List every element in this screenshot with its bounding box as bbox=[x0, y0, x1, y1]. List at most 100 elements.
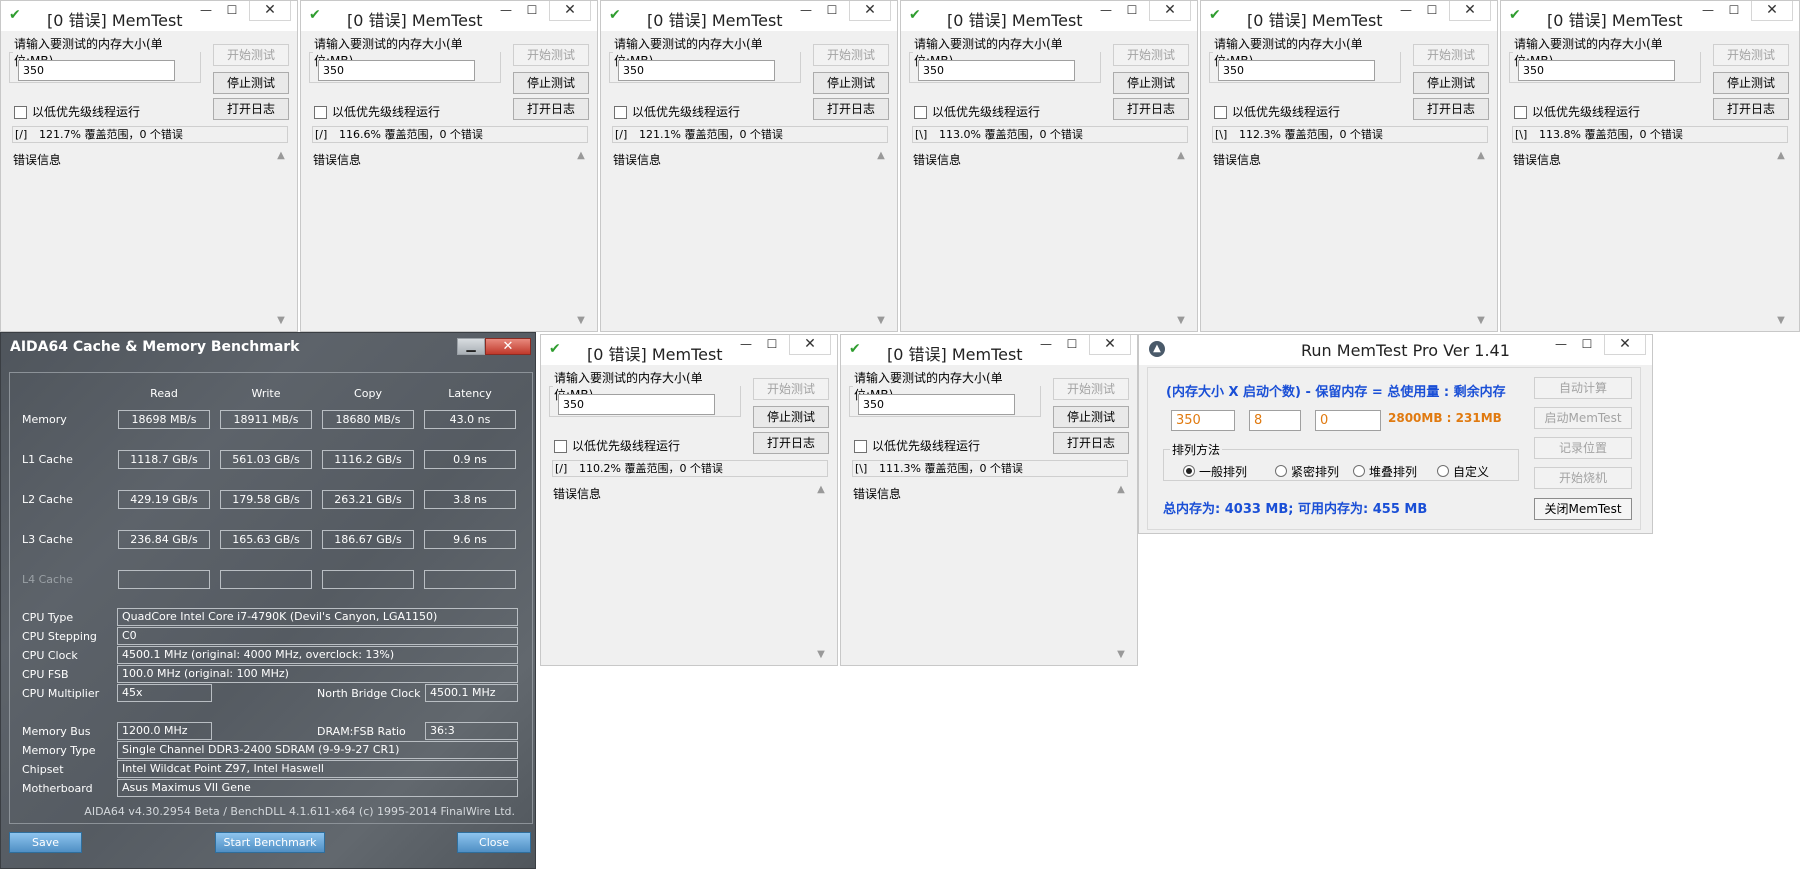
stop-test-button[interactable]: 停止测试 bbox=[1053, 406, 1129, 428]
open-log-button[interactable]: 打开日志 bbox=[513, 98, 589, 120]
stop-test-button[interactable]: 停止测试 bbox=[213, 72, 289, 94]
start-burn-in-button[interactable]: 开始烧机 bbox=[1534, 467, 1632, 489]
scroll-down-icon[interactable]: ▼ bbox=[873, 315, 889, 326]
minimize-button[interactable]: — bbox=[1033, 335, 1059, 355]
stop-test-button[interactable]: 停止测试 bbox=[1713, 72, 1789, 94]
minimize-button[interactable]: — bbox=[733, 335, 759, 355]
open-log-button[interactable]: 打开日志 bbox=[1413, 98, 1489, 120]
open-log-button[interactable]: 打开日志 bbox=[753, 432, 829, 454]
close-button[interactable]: ✕ bbox=[1751, 1, 1793, 21]
low-priority-checkbox[interactable] bbox=[14, 106, 27, 119]
maximize-button[interactable]: ☐ bbox=[1419, 1, 1445, 21]
radio-normal[interactable]: 一般排列 bbox=[1183, 463, 1247, 480]
close-aida-button[interactable]: Close bbox=[457, 832, 531, 853]
scroll-up-icon[interactable]: ▲ bbox=[1173, 150, 1189, 161]
start-test-button[interactable]: 开始测试 bbox=[1113, 44, 1189, 66]
minimize-button[interactable]: — bbox=[793, 1, 819, 21]
radio-stack[interactable]: 堆叠排列 bbox=[1353, 463, 1417, 480]
scroll-down-icon[interactable]: ▼ bbox=[273, 315, 289, 326]
scroll-down-icon[interactable]: ▼ bbox=[813, 649, 829, 660]
scroll-down-icon[interactable]: ▼ bbox=[1473, 315, 1489, 326]
start-test-button[interactable]: 开始测试 bbox=[513, 44, 589, 66]
close-button[interactable]: ✕ bbox=[789, 335, 831, 355]
minimize-button[interactable]: — bbox=[1695, 1, 1721, 21]
memory-size-input[interactable]: 350 bbox=[918, 60, 1075, 81]
record-position-button[interactable]: 记录位置 bbox=[1534, 437, 1632, 459]
maximize-button[interactable]: ☐ bbox=[1119, 1, 1145, 21]
maximize-button[interactable]: ☐ bbox=[759, 335, 785, 355]
minimize-button[interactable]: ▁ bbox=[457, 338, 485, 355]
scroll-up-icon[interactable]: ▲ bbox=[1773, 150, 1789, 161]
close-button[interactable]: ✕ bbox=[549, 1, 591, 21]
stop-test-button[interactable]: 停止测试 bbox=[1113, 72, 1189, 94]
auto-calc-button[interactable]: 自动计算 bbox=[1534, 377, 1632, 399]
maximize-button[interactable]: ☐ bbox=[1574, 335, 1600, 355]
memory-size-input[interactable]: 350 bbox=[558, 394, 715, 415]
scroll-up-icon[interactable]: ▲ bbox=[873, 150, 889, 161]
minimize-button[interactable]: — bbox=[1548, 335, 1574, 355]
stop-test-button[interactable]: 停止测试 bbox=[753, 406, 829, 428]
close-button[interactable]: ✕ bbox=[1604, 335, 1646, 355]
open-log-button[interactable]: 打开日志 bbox=[813, 98, 889, 120]
memory-size-input[interactable]: 350 bbox=[618, 60, 775, 81]
open-log-button[interactable]: 打开日志 bbox=[213, 98, 289, 120]
low-priority-checkbox[interactable] bbox=[914, 106, 927, 119]
scroll-up-icon[interactable]: ▲ bbox=[1473, 150, 1489, 161]
close-memtest-button[interactable]: 关闭MemTest bbox=[1534, 498, 1632, 520]
close-button[interactable]: ✕ bbox=[1149, 1, 1191, 21]
start-test-button[interactable]: 开始测试 bbox=[213, 44, 289, 66]
start-test-button[interactable]: 开始测试 bbox=[753, 378, 829, 400]
instance-count-input[interactable]: 8 bbox=[1249, 410, 1301, 431]
low-priority-checkbox[interactable] bbox=[614, 106, 627, 119]
close-button[interactable]: ✕ bbox=[1449, 1, 1491, 21]
maximize-button[interactable]: ☐ bbox=[1721, 1, 1747, 21]
save-button[interactable]: Save bbox=[9, 832, 82, 853]
start-test-button[interactable]: 开始测试 bbox=[1413, 44, 1489, 66]
open-log-button[interactable]: 打开日志 bbox=[1713, 98, 1789, 120]
memory-size-input[interactable]: 350 bbox=[318, 60, 475, 81]
low-priority-checkbox[interactable] bbox=[854, 440, 867, 453]
memory-size-input[interactable]: 350 bbox=[1171, 410, 1235, 431]
maximize-button[interactable]: ☐ bbox=[519, 1, 545, 21]
scroll-up-icon[interactable]: ▲ bbox=[1113, 484, 1129, 495]
scroll-down-icon[interactable]: ▼ bbox=[1173, 315, 1189, 326]
radio-compact[interactable]: 紧密排列 bbox=[1275, 463, 1339, 480]
stop-test-button[interactable]: 停止测试 bbox=[813, 72, 889, 94]
scroll-up-icon[interactable]: ▲ bbox=[573, 150, 589, 161]
minimize-button[interactable]: — bbox=[493, 1, 519, 21]
maximize-button[interactable]: ☐ bbox=[819, 1, 845, 21]
reserved-memory-input[interactable]: 0 bbox=[1315, 410, 1381, 431]
memory-size-input[interactable]: 350 bbox=[1518, 60, 1675, 81]
close-button[interactable]: ✕ bbox=[485, 338, 531, 355]
scroll-down-icon[interactable]: ▼ bbox=[1773, 315, 1789, 326]
close-button[interactable]: ✕ bbox=[849, 1, 891, 21]
low-priority-checkbox[interactable] bbox=[1214, 106, 1227, 119]
scroll-up-icon[interactable]: ▲ bbox=[273, 150, 289, 161]
stop-test-button[interactable]: 停止测试 bbox=[513, 72, 589, 94]
open-log-button[interactable]: 打开日志 bbox=[1113, 98, 1189, 120]
radio-custom[interactable]: 自定义 bbox=[1437, 463, 1489, 480]
start-test-button[interactable]: 开始测试 bbox=[1713, 44, 1789, 66]
memory-size-input[interactable]: 350 bbox=[1218, 60, 1375, 81]
minimize-button[interactable]: — bbox=[193, 1, 219, 21]
maximize-button[interactable]: ☐ bbox=[219, 1, 245, 21]
maximize-button[interactable]: ☐ bbox=[1059, 335, 1085, 355]
open-log-button[interactable]: 打开日志 bbox=[1053, 432, 1129, 454]
memory-size-input[interactable]: 350 bbox=[18, 60, 175, 81]
scroll-down-icon[interactable]: ▼ bbox=[1113, 649, 1129, 660]
close-button[interactable]: ✕ bbox=[249, 1, 291, 21]
memory-size-input[interactable]: 350 bbox=[858, 394, 1015, 415]
start-test-button[interactable]: 开始测试 bbox=[1053, 378, 1129, 400]
minimize-button[interactable]: — bbox=[1393, 1, 1419, 21]
scroll-up-icon[interactable]: ▲ bbox=[813, 484, 829, 495]
low-priority-checkbox[interactable] bbox=[554, 440, 567, 453]
low-priority-checkbox[interactable] bbox=[314, 106, 327, 119]
stop-test-button[interactable]: 停止测试 bbox=[1413, 72, 1489, 94]
start-test-button[interactable]: 开始测试 bbox=[813, 44, 889, 66]
scroll-down-icon[interactable]: ▼ bbox=[573, 315, 589, 326]
minimize-button[interactable]: — bbox=[1093, 1, 1119, 21]
close-button[interactable]: ✕ bbox=[1089, 335, 1131, 355]
low-priority-checkbox[interactable] bbox=[1514, 106, 1527, 119]
start-benchmark-button[interactable]: Start Benchmark bbox=[215, 832, 325, 853]
start-memtest-button[interactable]: 启动MemTest bbox=[1534, 407, 1632, 429]
